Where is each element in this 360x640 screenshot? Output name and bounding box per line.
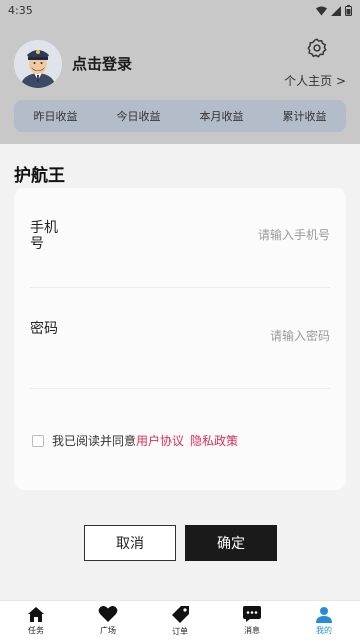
nav-label-orders: 订单 [172,626,188,636]
nav-item-messages[interactable]: 消息 [216,601,288,640]
user-agreement-link[interactable]: 用户协议 [136,432,184,449]
phone-input[interactable] [140,228,330,242]
login-form-card: 手机号 密码 我已阅读并同意 用户协议 隐私政策 [14,188,346,490]
password-input[interactable] [140,329,330,343]
password-label: 密码 [30,321,58,337]
nav-label-tasks: 任务 [28,625,44,635]
status-time: 4:35 [8,4,33,17]
nav-label-mine: 我的 [316,625,332,635]
settings-button[interactable] [306,37,328,59]
status-icons [316,5,352,16]
privacy-policy-link[interactable]: 隐私政策 [190,432,238,449]
login-prompt[interactable]: 点击登录 [72,53,132,74]
sheet-title: 护航王 [14,166,65,186]
profile-link[interactable]: 个人主页 > [284,72,346,89]
agreement-text: 我已阅读并同意 [52,434,137,448]
phone-field: 手机号 [30,188,330,288]
status-bar: 4:35 [0,0,360,22]
user-icon [316,606,332,623]
stat-yesterday[interactable]: 昨日收益 [34,108,78,124]
bottom-nav: 任务 广场 订单 消息 我的 [0,600,360,640]
nav-label-square: 广场 [100,626,116,635]
avatar[interactable] [14,40,62,88]
captain-avatar-icon [14,40,62,88]
nav-item-mine[interactable]: 我的 [288,601,360,640]
nav-item-tasks[interactable]: 任务 [0,601,72,640]
stat-this-month[interactable]: 本月收益 [200,108,244,124]
home-icon [28,606,44,622]
cancel-button[interactable]: 取消 [84,525,176,561]
gear-icon [307,38,327,58]
battery-icon [345,5,352,16]
heart-icon [98,606,118,622]
profile-header: 点击登录 个人主页 > 昨日收益 今日收益 本月收益 累计收益 [0,22,360,144]
wifi-icon [316,6,327,15]
signal-icon [331,5,341,16]
tag-icon [171,605,189,623]
phone-label: 手机号 [30,220,58,252]
agreement-row: 我已阅读并同意 用户协议 隐私政策 [32,432,238,449]
nav-label-messages: 消息 [244,626,260,635]
nav-item-square[interactable]: 广场 [72,601,144,640]
confirm-button[interactable]: 确定 [185,525,277,561]
login-sheet: 护航王 手机号 密码 我已阅读并同意 用户协议 隐私政策 取消 确定 [0,144,360,600]
password-field: 密码 [30,289,330,389]
stat-total[interactable]: 累计收益 [283,108,327,124]
agreement-checkbox[interactable] [32,434,44,447]
earnings-stats-bar: 昨日收益 今日收益 本月收益 累计收益 [14,100,346,132]
nav-item-orders[interactable]: 订单 [144,601,216,640]
stat-today[interactable]: 今日收益 [117,108,161,124]
chat-icon [243,606,261,622]
